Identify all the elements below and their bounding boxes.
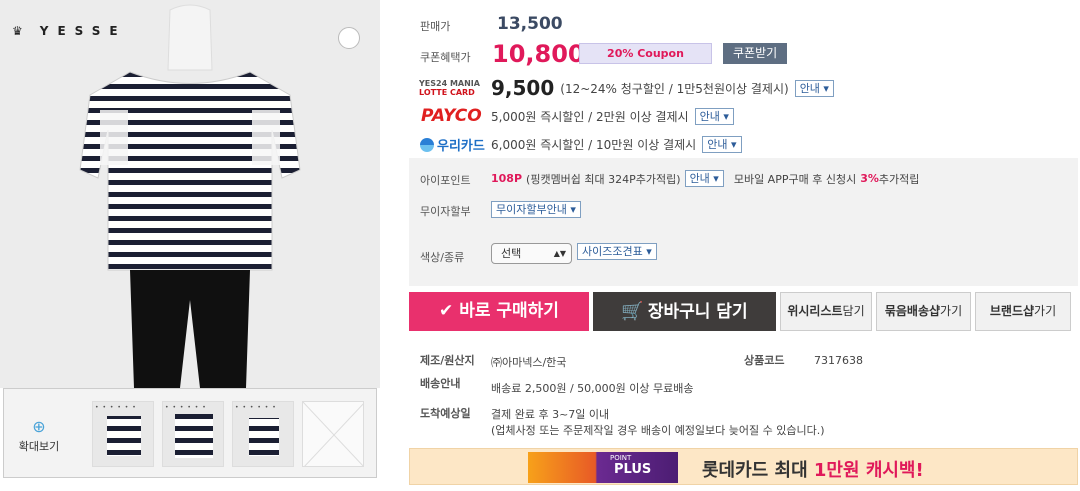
thumbnail-shirt-image	[175, 414, 213, 458]
cart-icon: 🛒	[621, 301, 644, 322]
coupon-price-label: 쿠폰혜택가	[420, 51, 471, 64]
lotte-cashback-banner[interactable]: POINT PLUS 롯데카드 최대 1만원 캐시백!	[409, 448, 1078, 485]
coupon-price-value: 10,800	[492, 40, 585, 68]
payco-desc: 5,000원 즉시할인 / 2만원 이상 결제시	[491, 110, 689, 124]
brand-name: YESSE	[39, 24, 127, 38]
get-coupon-button[interactable]: 쿠폰받기	[723, 43, 788, 64]
brand-logo: ♛ YESSE	[12, 24, 127, 38]
installment-guide-dropdown[interactable]: 무이자할부안내 ▾	[491, 201, 581, 218]
woori-card-logo: 우리카드	[420, 135, 485, 154]
option-label: 색상/종류	[420, 251, 465, 264]
product-gallery: ♛ YESSE ⊕ 확대보기 • • • • • • • • • • • • •…	[0, 0, 380, 491]
shipping-value: 배송료 2,500원 / 50,000원 이상 무료배송	[491, 382, 694, 395]
banner-text: 롯데카드 최대 1만원 캐시백!	[702, 460, 924, 481]
mobile-app-text: 모바일 APP구매 후 신청시	[733, 172, 857, 186]
product-code-label: 상품코드	[744, 354, 785, 367]
lotte-point-plus-card-image: POINT PLUS	[528, 452, 678, 483]
thumbnail-shirt-image	[107, 416, 141, 456]
lotte-card-desc: (12~24% 청구할인 / 1만5천원이상 결제시)	[560, 81, 789, 96]
striped-shirt-illustration	[79, 4, 301, 388]
eta-value-line2: (업체사정 또는 주문제작일 경우 배송이 예정일보다 늦어질 수 있습니다.)	[491, 424, 825, 437]
woori-guide-dropdown[interactable]: 안내 ▾	[702, 136, 742, 153]
origin-label: 제조/원산지	[420, 354, 475, 367]
lotte-card-price: 9,500	[491, 76, 555, 100]
woori-desc: 6,000원 즉시할인 / 10만원 이상 결제시	[491, 138, 697, 152]
thumbnail-empty	[302, 401, 364, 467]
origin-value: ㈜아마넥스/한국	[491, 356, 567, 369]
thumbnail-2[interactable]: • • • • • •	[162, 401, 224, 467]
thumbnail-3[interactable]: • • • • • •	[232, 401, 294, 467]
sale-price-value: 13,500	[497, 14, 563, 34]
bundle-shop-button[interactable]: 묶음배송샵가기	[876, 292, 971, 331]
magnifier-plus-icon: ⊕	[32, 417, 46, 436]
crown-icon: ♛	[12, 24, 32, 38]
mobile-app-suffix: 추가적립	[878, 172, 920, 186]
lotte-card-logo: YES24 MANIA LOTTE CARD	[419, 79, 480, 97]
coupon-badge: 20% Coupon	[579, 43, 712, 64]
thumbnail-shirt-image	[249, 418, 279, 456]
thumbnail-1[interactable]: • • • • • •	[92, 401, 154, 467]
points-label: 아이포인트	[420, 174, 471, 187]
thumbnail-strip: ⊕ 확대보기 • • • • • • • • • • • • • • • • •…	[3, 388, 377, 478]
payco-logo: PAYCO	[421, 106, 482, 126]
share-circle-button[interactable]	[338, 27, 360, 49]
zoom-label: 확대보기	[18, 440, 60, 453]
size-chart-dropdown[interactable]: 사이즈조견표 ▾	[577, 243, 657, 260]
sale-price-label: 판매가	[420, 20, 451, 33]
option-select[interactable]: 선택 ▲▼	[491, 243, 572, 264]
select-arrows-icon: ▲▼	[553, 249, 566, 258]
points-guide-dropdown[interactable]: 안내 ▾	[684, 170, 724, 187]
woori-offer: 6,000원 즉시할인 / 10만원 이상 결제시 안내 ▾	[491, 136, 742, 153]
lotte-card-offer: 9,500 (12~24% 청구할인 / 1만5천원이상 결제시) 안내 ▾	[491, 76, 834, 100]
placeholder-cross	[303, 402, 363, 466]
installment-label: 무이자할부	[420, 205, 471, 218]
eta-value-line1: 결제 완료 후 3~7일 이내	[491, 408, 610, 421]
mobile-app-pct: 3%	[860, 172, 879, 185]
buy-now-button[interactable]: ✔ 바로 구매하기	[409, 292, 589, 331]
zoom-button[interactable]: ⊕ 확대보기	[10, 417, 68, 454]
shipping-label: 배송안내	[420, 377, 461, 390]
payco-guide-dropdown[interactable]: 안내 ▾	[694, 108, 734, 125]
wishlist-button[interactable]: 위시리스트담기	[780, 292, 872, 331]
payco-offer: 5,000원 즉시할인 / 2만원 이상 결제시 안내 ▾	[491, 108, 734, 125]
add-to-cart-button[interactable]: 🛒 장바구니 담기	[593, 292, 776, 331]
points-value: 108P	[491, 172, 523, 185]
points-info: 108P (핑캣멤버쉽 최대 324P추가적립) 안내 ▾ 모바일 APP구매 …	[491, 170, 919, 187]
product-code-value: 7317638	[814, 354, 863, 367]
brand-shop-button[interactable]: 브랜드샵가기	[975, 292, 1071, 331]
eta-label: 도착예상일	[420, 407, 471, 420]
main-product-image[interactable]	[0, 0, 380, 388]
points-desc: (핑캣멤버쉽 최대 324P추가적립)	[526, 172, 681, 186]
lotte-guide-dropdown[interactable]: 안내 ▾	[794, 79, 834, 97]
woori-circle-icon	[420, 137, 434, 152]
